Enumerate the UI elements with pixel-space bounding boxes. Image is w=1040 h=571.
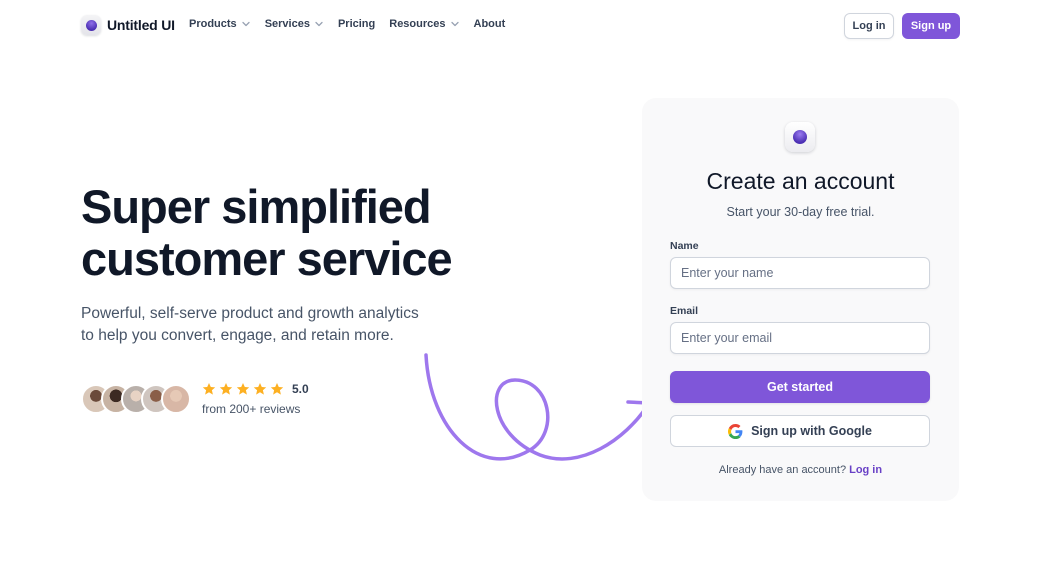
star-icon — [219, 383, 233, 395]
google-icon — [728, 423, 743, 439]
nav-item-label: About — [473, 18, 506, 30]
hero-subtitle-line: Powerful, self-serve product and growth … — [81, 305, 419, 322]
nav-item-resources[interactable]: Resources — [389, 18, 459, 30]
name-input[interactable] — [670, 257, 930, 289]
login-prompt-text: Already have an account? — [718, 464, 847, 476]
logo-icon — [785, 122, 815, 152]
get-started-button[interactable]: Get started — [670, 371, 930, 403]
email-input[interactable] — [670, 322, 930, 354]
hero-title-line: Super simplified — [81, 180, 432, 233]
signup-button[interactable]: Sign up — [902, 13, 960, 39]
nav-item-label: Products — [189, 18, 237, 30]
brand-logo[interactable]: Untitled UI — [81, 15, 175, 35]
name-label: Name — [670, 240, 699, 252]
star-icon — [236, 383, 250, 395]
hero-title: Super simplified customer service — [81, 181, 501, 285]
chevron-down-icon — [450, 21, 459, 27]
hero-title-line: customer service — [81, 232, 453, 285]
nav-item-about[interactable]: About — [474, 18, 506, 30]
card-subtitle: Start your 30-day free trial. — [726, 205, 875, 219]
nav-item-products[interactable]: Products — [189, 18, 251, 30]
nav-item-label: Services — [264, 18, 310, 30]
chevron-down-icon — [242, 21, 250, 27]
review-count: from 200+ reviews — [202, 402, 301, 416]
star-rating: 5.0 — [202, 382, 309, 396]
card-title: Create an account — [706, 168, 895, 194]
email-label: Email — [670, 305, 699, 317]
swirl-arrow-icon — [424, 353, 651, 461]
chevron-down-icon — [315, 21, 323, 27]
hero-subtitle: Powerful, self-serve product and growth … — [81, 303, 441, 347]
nav-item-services[interactable]: Services — [265, 18, 324, 30]
login-button[interactable]: Log in — [844, 13, 894, 39]
avatar — [161, 384, 191, 414]
nav-item-label: Resources — [389, 18, 446, 30]
hero-subtitle-line: to help you convert, engage, and retain … — [81, 327, 394, 344]
nav-item-pricing[interactable]: Pricing — [338, 18, 375, 30]
brand-name: Untitled UI — [107, 17, 175, 33]
google-signup-label: Sign up with Google — [751, 424, 872, 438]
star-icon — [202, 383, 216, 395]
rating-value: 5.0 — [292, 382, 309, 396]
star-icon — [253, 383, 267, 395]
nav-item-label: Pricing — [337, 18, 376, 30]
top-nav: Untitled UI Products Services Pricing Re… — [0, 0, 1040, 52]
logo-icon — [81, 15, 101, 35]
login-prompt: Already have an account? Log in — [642, 464, 959, 476]
nav-menu: Products Services Pricing Resources Abou… — [189, 18, 505, 30]
google-signup-button[interactable]: Sign up with Google — [670, 415, 930, 447]
login-link[interactable]: Log in — [849, 464, 882, 476]
reviewer-avatars — [81, 384, 191, 414]
star-icon — [270, 383, 284, 395]
signup-card: Create an account Start your 30-day free… — [642, 98, 959, 501]
